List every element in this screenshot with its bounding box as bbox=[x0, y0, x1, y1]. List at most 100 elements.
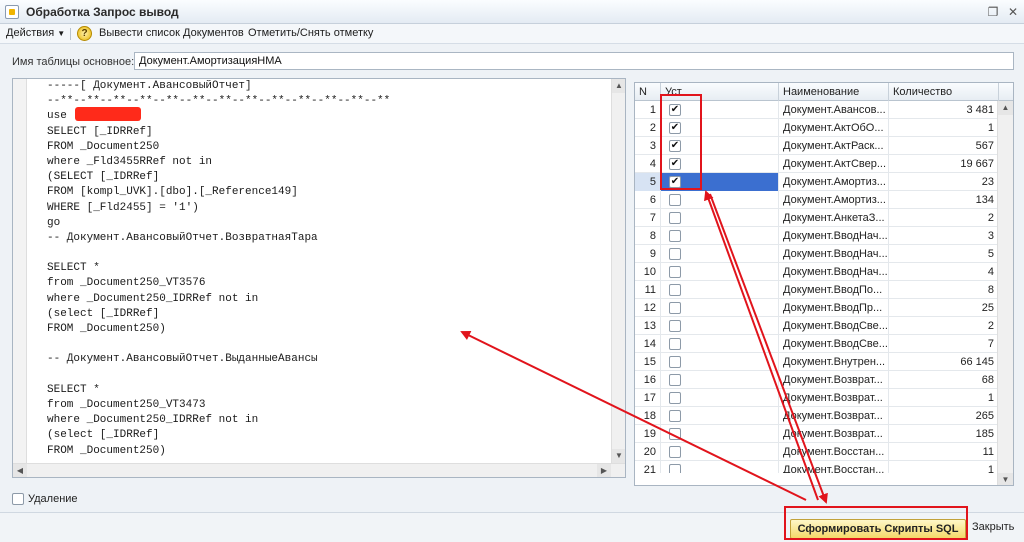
table-row[interactable]: 16 Документ.Возврат... 68 bbox=[635, 371, 999, 389]
code-line: -- Документ.АвансовыйОтчет.ВозвратнаяТар… bbox=[47, 231, 318, 244]
scroll-right-icon[interactable]: ▶ bbox=[597, 464, 611, 477]
editor-horizontal-scrollbar[interactable]: ◀ ▶ bbox=[13, 463, 625, 477]
table-row[interactable]: 18 Документ.Возврат... 265 bbox=[635, 407, 999, 425]
column-header-qty[interactable]: Количество bbox=[889, 83, 999, 101]
row-number: 15 bbox=[635, 353, 661, 371]
table-row[interactable]: 13 Документ.ВводСве... 2 bbox=[635, 317, 999, 335]
document-name: Документ.ВводПо... bbox=[779, 281, 889, 299]
table-row[interactable]: 6 Документ.Амортиз... 134 bbox=[635, 191, 999, 209]
document-name: Документ.Амортиз... bbox=[779, 191, 889, 209]
column-header-n[interactable]: N bbox=[635, 83, 661, 101]
table-row[interactable]: 12 Документ.ВводПр... 25 bbox=[635, 299, 999, 317]
close-icon[interactable]: ✕ bbox=[1004, 4, 1022, 20]
grid-vertical-scrollbar[interactable]: ▲ ▼ bbox=[997, 101, 1013, 485]
mark-cell: ✔ bbox=[661, 101, 779, 119]
table-row[interactable]: 9 Документ.ВводНач... 5 bbox=[635, 245, 999, 263]
table-row[interactable]: 14 Документ.ВводСве... 7 bbox=[635, 335, 999, 353]
row-checkbox[interactable] bbox=[669, 428, 681, 440]
row-checkbox[interactable] bbox=[669, 194, 681, 206]
row-checkbox[interactable] bbox=[669, 374, 681, 386]
generate-sql-scripts-button[interactable]: Сформировать Скрипты SQL bbox=[790, 519, 966, 539]
table-row[interactable]: 11 Документ.ВводПо... 8 bbox=[635, 281, 999, 299]
table-row[interactable]: 1 ✔ Документ.Авансов... 3 481 bbox=[635, 101, 999, 119]
row-checkbox[interactable] bbox=[669, 446, 681, 458]
table-row[interactable]: 7 Документ.АнкетаЗ... 2 bbox=[635, 209, 999, 227]
table-row[interactable]: 20 Документ.Восстан... 11 bbox=[635, 443, 999, 461]
table-row[interactable]: 21 Документ.Восстан... 1 bbox=[635, 461, 999, 473]
mark-cell bbox=[661, 263, 779, 281]
help-icon[interactable]: ? bbox=[77, 26, 92, 41]
row-checkbox[interactable] bbox=[669, 320, 681, 332]
row-checkbox[interactable] bbox=[669, 356, 681, 368]
code-line: where _Fld3455RRef not in bbox=[47, 155, 213, 168]
document-name: Документ.Амортиз... bbox=[779, 173, 889, 191]
mark-cell bbox=[661, 353, 779, 371]
row-checkbox[interactable]: ✔ bbox=[669, 158, 681, 170]
document-name: Документ.АктОбО... bbox=[779, 119, 889, 137]
row-number: 20 bbox=[635, 443, 661, 461]
code-line: WHERE [_Fld2455] = '1') bbox=[47, 201, 199, 214]
table-row[interactable]: 10 Документ.ВводНач... 4 bbox=[635, 263, 999, 281]
table-row[interactable]: 5 ✔ Документ.Амортиз... 23 bbox=[635, 173, 999, 191]
delete-label: Удаление bbox=[28, 493, 78, 505]
table-row[interactable]: 3 ✔ Документ.АктРаск... 567 bbox=[635, 137, 999, 155]
scroll-down-icon[interactable]: ▼ bbox=[612, 449, 625, 463]
document-name: Документ.АктРаск... bbox=[779, 137, 889, 155]
close-button[interactable]: Закрыть bbox=[972, 521, 1014, 533]
table-row[interactable]: 8 Документ.ВводНач... 3 bbox=[635, 227, 999, 245]
row-checkbox[interactable]: ✔ bbox=[669, 140, 681, 152]
row-checkbox[interactable] bbox=[669, 392, 681, 404]
row-checkbox[interactable]: ✔ bbox=[669, 122, 681, 134]
code-line: (select [_IDRRef] bbox=[47, 429, 160, 442]
row-checkbox[interactable]: ✔ bbox=[669, 104, 681, 116]
list-documents-button[interactable]: Вывести список Документов bbox=[99, 27, 244, 39]
sql-code[interactable]: -----[ Документ.АвансовыйОтчет] --**--**-… bbox=[47, 79, 607, 459]
mark-cell bbox=[661, 443, 779, 461]
row-checkbox[interactable] bbox=[669, 284, 681, 296]
editor-vertical-scrollbar[interactable]: ▲ ▼ bbox=[611, 79, 625, 463]
mark-cell bbox=[661, 227, 779, 245]
row-number: 8 bbox=[635, 227, 661, 245]
code-line: FROM _Document250) bbox=[47, 444, 166, 457]
table-row[interactable]: 4 ✔ Документ.АктСвер... 19 667 bbox=[635, 155, 999, 173]
scroll-down-icon[interactable]: ▼ bbox=[998, 473, 1013, 485]
row-checkbox[interactable]: ✔ bbox=[669, 176, 681, 188]
actions-menu-button[interactable]: Действия ▼ bbox=[6, 27, 65, 39]
document-count: 4 bbox=[889, 263, 999, 281]
row-checkbox[interactable] bbox=[669, 212, 681, 224]
sql-editor[interactable]: -----[ Документ.АвансовыйОтчет] --**--**-… bbox=[12, 78, 626, 478]
scroll-left-icon[interactable]: ◀ bbox=[13, 464, 27, 477]
scroll-up-icon[interactable]: ▲ bbox=[998, 101, 1013, 115]
redaction-mark bbox=[75, 107, 141, 121]
documents-grid[interactable]: N Уст Наименование Количество 1 ✔ Документ… bbox=[634, 82, 1014, 486]
restore-icon[interactable]: ❐ bbox=[984, 4, 1002, 20]
row-checkbox[interactable] bbox=[669, 266, 681, 278]
row-checkbox[interactable] bbox=[669, 410, 681, 422]
grid-body: 1 ✔ Документ.Авансов... 3 481 2 ✔ Документ.Акт… bbox=[635, 101, 999, 473]
row-number: 6 bbox=[635, 191, 661, 209]
table-name-row: Имя таблицы основное: bbox=[0, 52, 1024, 74]
row-checkbox[interactable] bbox=[669, 338, 681, 350]
delete-checkbox[interactable] bbox=[12, 493, 24, 505]
document-name: Документ.Авансов... bbox=[779, 101, 889, 119]
row-checkbox[interactable] bbox=[669, 230, 681, 242]
row-checkbox[interactable] bbox=[669, 302, 681, 314]
table-name-input[interactable] bbox=[134, 52, 1014, 70]
table-row[interactable]: 17 Документ.Возврат... 1 bbox=[635, 389, 999, 407]
row-checkbox[interactable] bbox=[669, 464, 681, 473]
row-checkbox[interactable] bbox=[669, 248, 681, 260]
mark-cell bbox=[661, 191, 779, 209]
mark-cell bbox=[661, 335, 779, 353]
table-row[interactable]: 2 ✔ Документ.АктОбО... 1 bbox=[635, 119, 999, 137]
document-count: 23 bbox=[889, 173, 999, 191]
column-header-name[interactable]: Наименование bbox=[779, 83, 889, 101]
table-row[interactable]: 15 Документ.Внутрен... 66 145 bbox=[635, 353, 999, 371]
checkmark-icon: ✔ bbox=[670, 158, 680, 169]
scroll-up-icon[interactable]: ▲ bbox=[612, 79, 625, 93]
column-header-mark[interactable]: Уст bbox=[661, 83, 779, 101]
toggle-mark-button[interactable]: Отметить/Снять отметку bbox=[248, 27, 373, 39]
document-name: Документ.ВводНач... bbox=[779, 263, 889, 281]
table-row[interactable]: 19 Документ.Возврат... 185 bbox=[635, 425, 999, 443]
document-name: Документ.ВводПр... bbox=[779, 299, 889, 317]
